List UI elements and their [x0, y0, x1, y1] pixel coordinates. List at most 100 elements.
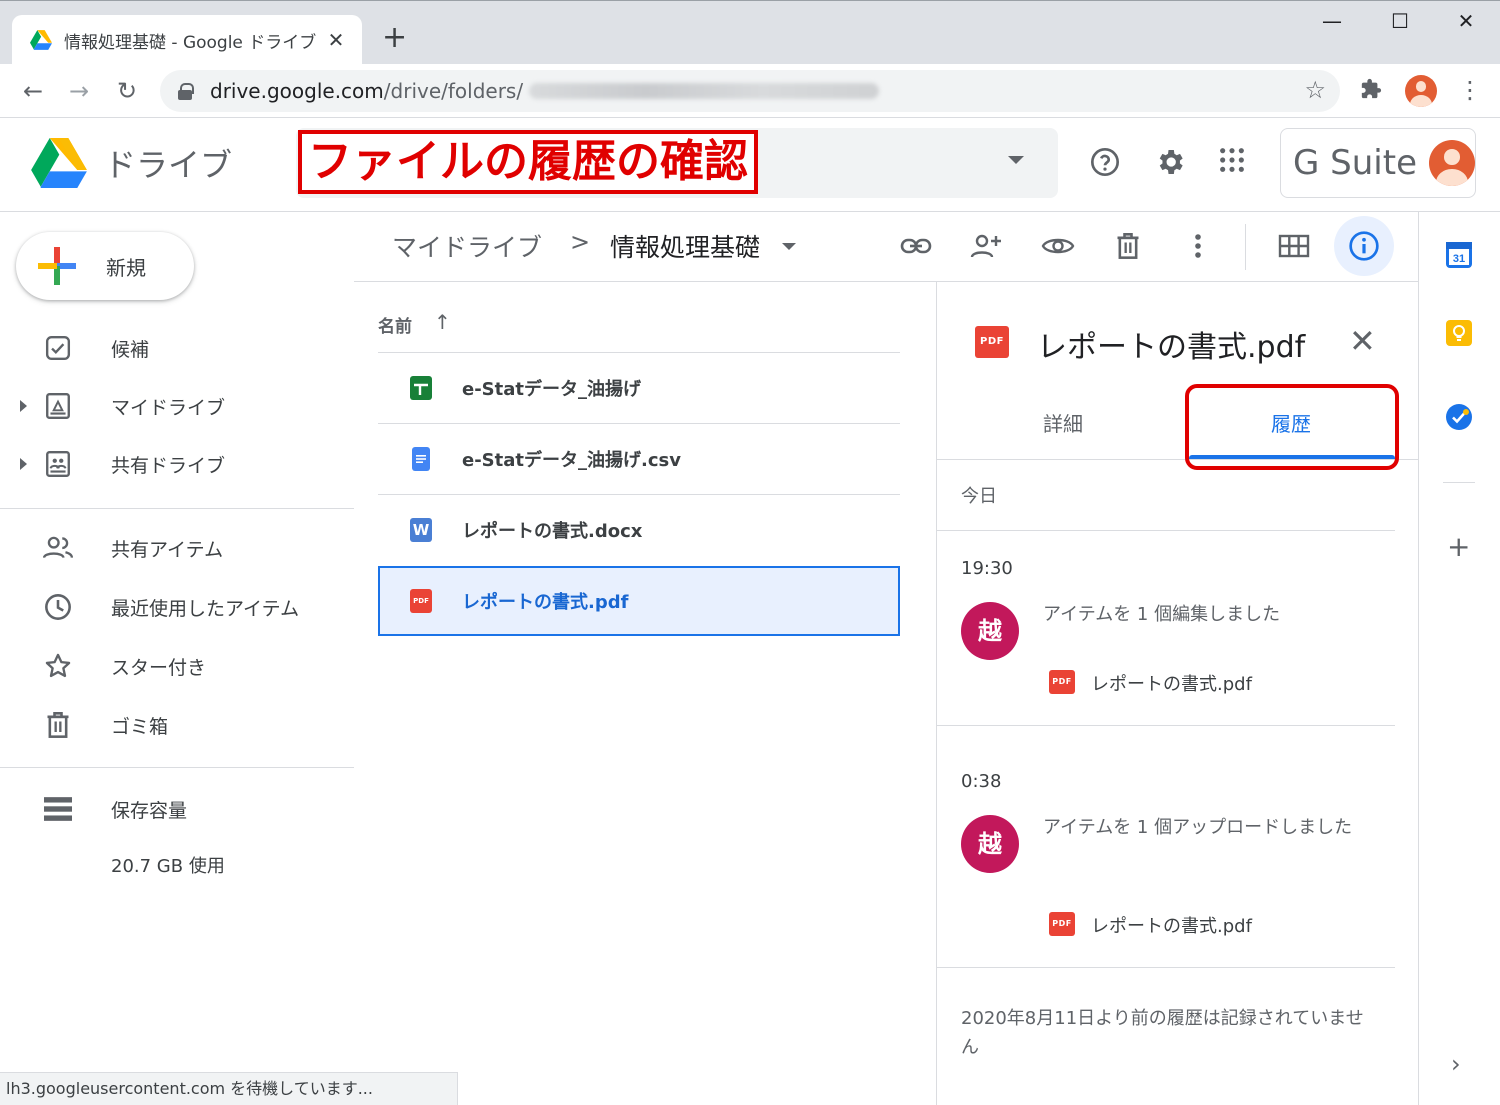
sidebar-item-label: 候補 [111, 338, 150, 361]
column-header-name[interactable]: 名前 [378, 312, 412, 337]
sheets-icon [410, 376, 432, 400]
tab-title: 情報処理基礎 - Google ドライブ [64, 32, 317, 53]
file-name: e-Statデータ_油揚げ.csv [462, 450, 681, 471]
sidebar-item-my-drive[interactable]: マイドライブ [0, 381, 354, 431]
url-host: drive.google.com [210, 79, 384, 103]
browser-titlebar: 情報処理基礎 - Google ドライブ ✕ + — ☐ ✕ [0, 0, 1500, 65]
bookmark-star-icon[interactable]: ☆ [1304, 76, 1326, 104]
grid-view-icon[interactable] [1274, 226, 1314, 266]
sidebar-divider [0, 767, 354, 768]
account-avatar [1428, 140, 1475, 186]
drive-logo-icon [31, 138, 87, 188]
add-addon-plus-icon[interactable]: + [1447, 530, 1470, 563]
url-path: /drive/folders/ [383, 79, 524, 103]
folder-toolbar: マイドライブ > 情報処理基礎 [354, 212, 1418, 282]
history-note: 2020年8月11日より前の履歴は記録されていません [961, 1008, 1364, 1058]
sidebar-item-recent[interactable]: 最近使用したアイテム [0, 582, 354, 632]
get-link-icon[interactable] [896, 226, 936, 266]
file-name: レポートの書式.pdf [462, 592, 629, 613]
docs-icon [412, 447, 430, 471]
sidebar-item-label: 最近使用したアイテム [111, 597, 300, 620]
sidebar-item-shared-with-me[interactable]: 共有アイテム [0, 523, 354, 573]
sidebar-item-storage[interactable]: 保存容量 [0, 784, 354, 834]
annotation-highlight-box [1185, 384, 1399, 470]
activity-description: アイテムを 1 個編集しました [1043, 604, 1281, 625]
activity-divider [937, 530, 1395, 531]
pdf-icon: PDF [1049, 670, 1075, 694]
window-close-icon[interactable]: ✕ [1446, 9, 1486, 33]
sort-arrow-icon[interactable]: ↑ [434, 310, 451, 334]
sidebar-item-label: マイドライブ [111, 396, 226, 419]
pdf-icon: PDF [1049, 912, 1075, 936]
sidebar-item-starred[interactable]: スター付き [0, 641, 354, 691]
trash-icon [42, 709, 74, 741]
breadcrumb-current[interactable]: 情報処理基礎 [610, 228, 760, 264]
activity-day-heading: 今日 [961, 486, 997, 507]
side-panel: 31 + › [1418, 212, 1500, 1105]
sidebar-item-label: スター付き [111, 656, 207, 679]
folder-menu-caret-icon[interactable] [782, 243, 796, 250]
user-avatar: 越 [961, 815, 1019, 873]
expand-arrow-icon[interactable] [20, 400, 27, 412]
browser-status-bar: lh3.googleusercontent.com を待機しています... [0, 1072, 458, 1105]
sidebar-item-trash[interactable]: ゴミ箱 [0, 700, 354, 750]
profile-avatar[interactable] [1405, 75, 1437, 107]
forward-icon[interactable]: → [62, 74, 96, 108]
gsuite-account-button[interactable]: G Suite [1280, 128, 1476, 198]
browser-tab[interactable]: 情報処理基礎 - Google ドライブ ✕ [12, 15, 362, 65]
tab-close-icon[interactable]: ✕ [324, 28, 348, 52]
omnibox[interactable]: drive.google.com /drive/folders/ ☆ [160, 70, 1340, 112]
my-drive-icon [42, 390, 74, 422]
new-button-label: 新規 [106, 255, 146, 280]
activity-time: 0:38 [961, 771, 1002, 792]
tasks-icon[interactable] [1446, 404, 1472, 430]
info-icon[interactable] [1344, 226, 1384, 266]
checkbox-icon [42, 332, 74, 364]
activity-divider [937, 967, 1395, 968]
settings-gear-icon[interactable] [1152, 146, 1188, 182]
expand-arrow-icon[interactable] [20, 458, 27, 470]
breadcrumb-chevron-icon: > [570, 228, 591, 256]
minimize-icon[interactable]: — [1312, 9, 1352, 33]
search-options-icon[interactable] [1008, 156, 1024, 164]
activity-divider [937, 725, 1395, 726]
new-button[interactable]: 新規 [16, 232, 194, 300]
gsuite-label: G Suite [1293, 143, 1417, 183]
file-row[interactable]: e-Statデータ_油揚げ [378, 353, 900, 423]
show-panel-chevron-icon[interactable]: › [1451, 1050, 1461, 1078]
file-row[interactable]: e-Statデータ_油揚げ.csv [378, 424, 900, 494]
sidebar-item-label: 共有アイテム [111, 538, 224, 561]
activity-file-link[interactable]: レポートの書式.pdf [1091, 670, 1252, 696]
storage-icon [42, 793, 74, 825]
clock-icon [42, 591, 74, 623]
reload-icon[interactable]: ↻ [110, 74, 144, 108]
word-icon: W [410, 518, 432, 542]
pdf-icon: PDF [975, 326, 1009, 358]
extensions-puzzle-icon[interactable] [1360, 78, 1382, 106]
preview-eye-icon[interactable] [1038, 226, 1078, 266]
file-row-selected[interactable]: PDF レポートの書式.pdf [378, 566, 900, 636]
apps-grid-icon[interactable] [1214, 146, 1250, 182]
browser-menu-icon[interactable]: ⋮ [1458, 76, 1482, 104]
share-add-person-icon[interactable] [966, 226, 1006, 266]
plus-icon [38, 247, 76, 285]
side-panel-divider [1443, 482, 1475, 483]
maximize-icon[interactable]: ☐ [1380, 9, 1420, 33]
back-icon[interactable]: ← [16, 74, 50, 108]
star-icon [42, 650, 74, 682]
new-tab-button[interactable]: + [382, 23, 407, 53]
breadcrumb-root[interactable]: マイドライブ [392, 228, 542, 264]
more-actions-icon[interactable] [1178, 226, 1218, 266]
sidebar-item-shared-drives[interactable]: 共有ドライブ [0, 439, 354, 489]
calendar-icon[interactable]: 31 [1446, 242, 1472, 268]
storage-used: 20.7 GB 使用 [111, 856, 225, 877]
drive-favicon-icon [30, 30, 52, 50]
keep-bulb-icon[interactable] [1446, 320, 1472, 346]
tab-details[interactable]: 詳細 [1043, 408, 1083, 437]
file-row[interactable]: W レポートの書式.docx [378, 495, 900, 565]
delete-trash-icon[interactable] [1108, 226, 1148, 266]
close-icon[interactable]: ✕ [1349, 322, 1376, 360]
sidebar-item-suggested[interactable]: 候補 [0, 323, 354, 373]
activity-file-link[interactable]: レポートの書式.pdf [1091, 912, 1252, 938]
help-icon[interactable] [1087, 146, 1123, 182]
